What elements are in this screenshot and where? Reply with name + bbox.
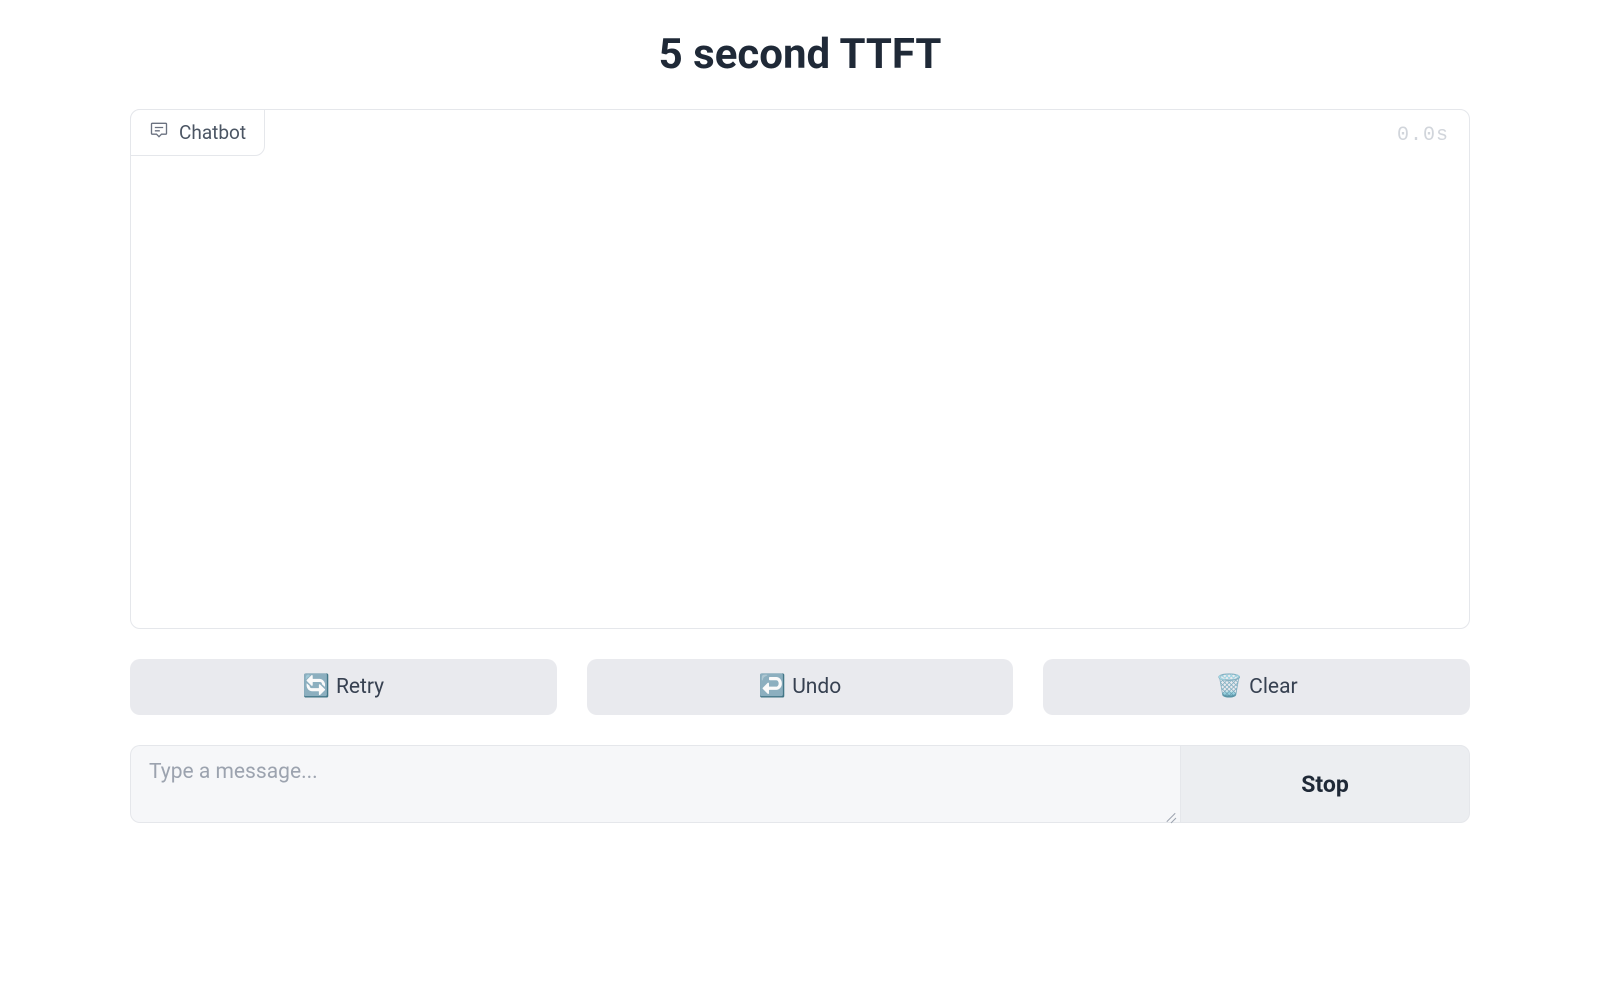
stop-button[interactable]: Stop: [1180, 745, 1470, 823]
action-row: 🔄 Retry ↩️ Undo 🗑️ Clear: [130, 659, 1470, 715]
timer-display: 0.0s: [1397, 124, 1449, 147]
message-input-wrap: [130, 745, 1180, 827]
undo-button[interactable]: ↩️ Undo: [587, 659, 1014, 715]
chatbot-tab-label: Chatbot: [179, 121, 246, 144]
chat-panel: Chatbot 0.0s: [130, 109, 1470, 629]
chat-icon: [149, 120, 169, 145]
chatbot-tab[interactable]: Chatbot: [130, 109, 265, 156]
page-title: 5 second TTFT: [130, 30, 1470, 79]
input-row: Stop: [130, 745, 1470, 827]
retry-button[interactable]: 🔄 Retry: [130, 659, 557, 715]
app-container: 5 second TTFT Chatbot 0.0s 🔄 Retry ↩️ Un…: [110, 0, 1490, 847]
clear-label: Clear: [1249, 675, 1297, 699]
trash-icon: 🗑️: [1216, 676, 1243, 698]
retry-icon: 🔄: [303, 676, 330, 698]
undo-label: Undo: [792, 675, 841, 699]
message-input[interactable]: [130, 745, 1180, 823]
undo-icon: ↩️: [759, 676, 786, 698]
clear-button[interactable]: 🗑️ Clear: [1043, 659, 1470, 715]
retry-label: Retry: [336, 675, 384, 699]
